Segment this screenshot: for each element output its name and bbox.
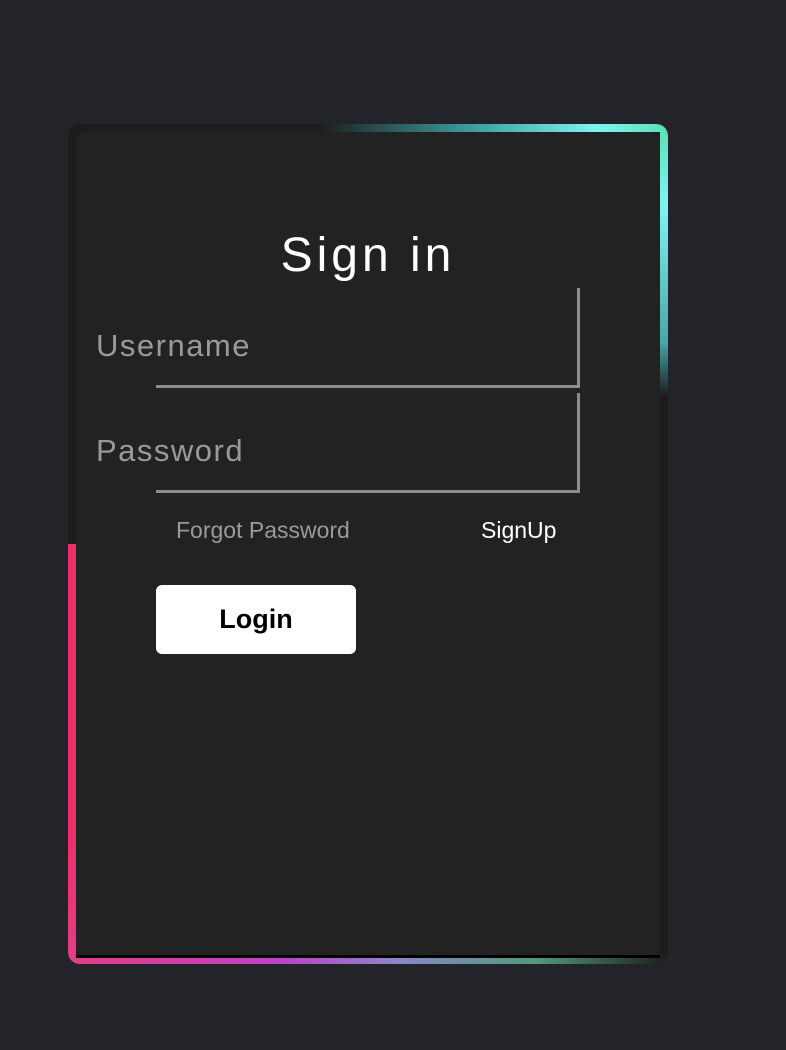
username-field[interactable]: Username xyxy=(96,288,580,388)
login-form: Sign in Username Password Forgot Passwor… xyxy=(76,132,660,958)
glow-right-edge xyxy=(660,124,668,396)
page-title: Sign in xyxy=(280,229,456,282)
password-label: Password xyxy=(96,433,245,468)
glow-top-edge xyxy=(318,124,668,132)
password-field[interactable]: Password xyxy=(96,393,580,493)
forgot-password-link[interactable]: Forgot Password xyxy=(176,517,350,544)
login-button[interactable]: Login xyxy=(156,585,356,654)
glow-left-edge xyxy=(68,544,76,964)
signup-link[interactable]: SignUp xyxy=(481,517,556,544)
username-label: Username xyxy=(96,328,251,363)
